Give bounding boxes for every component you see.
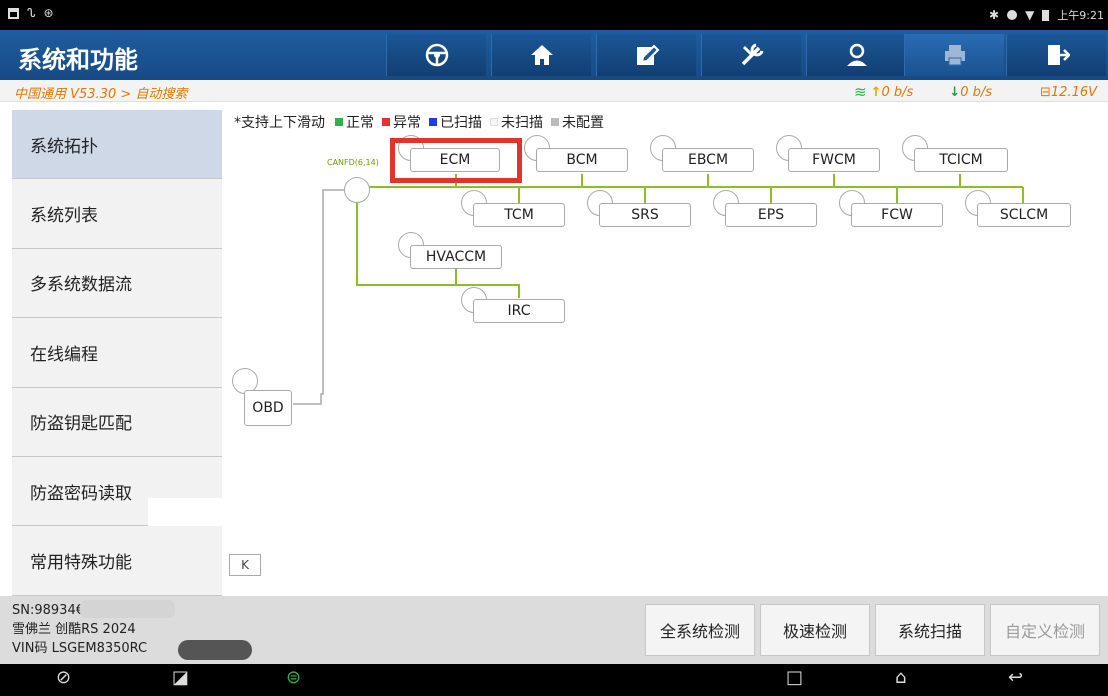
- print-icon: [944, 45, 965, 66]
- bluetooth-icon: ✱: [989, 8, 1000, 22]
- module-irc[interactable]: IRC: [473, 299, 565, 323]
- bottom-bar: SN:98934€ 雪佛兰 创酷RS 2024 VIN码 LSGEM8350RC…: [0, 596, 1108, 664]
- full-system-check-button[interactable]: 全系统检测: [645, 604, 755, 656]
- module-ebcm[interactable]: EBCM: [662, 148, 754, 172]
- upload-speed: 0 b/s: [881, 84, 914, 100]
- breadcrumb: 中国通用 V53.30 > 自动搜索: [14, 87, 188, 102]
- clock: 上午9:21: [1057, 9, 1104, 22]
- download-arrow-icon: ↓: [949, 84, 961, 100]
- tools-icon: [741, 43, 763, 66]
- battery-icon: [1042, 9, 1050, 21]
- sidebar-item-online-programming[interactable]: 在线编程: [12, 318, 222, 388]
- user-icon: [846, 43, 867, 66]
- voltage-readout: ⊟12.16V: [1040, 84, 1098, 100]
- browser-icon[interactable]: ⊘: [56, 667, 71, 688]
- selection-highlight: [390, 138, 522, 183]
- notification-icon: [8, 7, 19, 19]
- sidebar-item-topology[interactable]: 系统拓扑: [12, 110, 222, 180]
- download-speed: 0 b/s: [960, 84, 992, 100]
- collapse-sidebar-button[interactable]: K: [229, 554, 261, 576]
- sidebar-item-key-matching[interactable]: 防盗钥匙匹配: [12, 387, 222, 457]
- usb-icon: ᔐ: [27, 6, 36, 20]
- network-status: ≋ ↑ 0 b/s ↓ 0 b/s ⊟12.16V: [854, 83, 1108, 101]
- module-tcicm[interactable]: TCICM: [914, 148, 1008, 172]
- exit-icon: [1047, 45, 1070, 65]
- title-bar: 系统和功能: [0, 30, 1108, 80]
- wifi-icon: ≋: [853, 83, 867, 101]
- exit-button[interactable]: [1006, 34, 1106, 76]
- redaction-blur: [178, 640, 252, 660]
- quick-check-button[interactable]: 极速检测: [760, 604, 870, 656]
- print-button[interactable]: [904, 34, 1004, 76]
- wifi-status-icon: ▼: [1025, 8, 1035, 22]
- module-tcm[interactable]: TCM: [473, 203, 565, 227]
- vehicle-model: 雪佛兰 创酷RS 2024: [12, 622, 136, 637]
- tools-button[interactable]: [701, 34, 801, 76]
- module-srs[interactable]: SRS: [599, 203, 691, 227]
- sidebar-item-special-functions[interactable]: 常用特殊功能: [12, 526, 222, 596]
- status-bar: ᔐ ⊛ ✱ ▼ 上午9:21: [0, 0, 1108, 30]
- bus-junction: [344, 177, 370, 203]
- module-obd[interactable]: OBD: [244, 390, 292, 426]
- custom-check-button[interactable]: 自定义检测: [990, 604, 1100, 656]
- home-icon: [530, 45, 553, 65]
- breadcrumb-bar: 中国通用 V53.30 > 自动搜索 ≋ ↑ 0 b/s ↓ 0 b/s ⊟12…: [0, 80, 1108, 102]
- module-fwcm[interactable]: FWCM: [788, 148, 880, 172]
- dnd-icon: [1007, 10, 1018, 20]
- sidebar-item-multi-datastream[interactable]: 多系统数据流: [12, 248, 222, 319]
- redaction-patch: [148, 498, 222, 526]
- module-sclcm[interactable]: SCLCM: [977, 203, 1071, 227]
- module-hvaccm[interactable]: HVACCM: [410, 245, 502, 269]
- redaction-blur: [80, 600, 175, 618]
- edit-button[interactable]: [596, 34, 696, 76]
- upload-arrow-icon: ↑: [870, 84, 882, 100]
- vci-icon[interactable]: ⊜: [286, 667, 301, 688]
- vin-number: VIN码 LSGEM8350RC: [12, 641, 148, 656]
- module-bcm[interactable]: BCM: [536, 148, 628, 172]
- system-scan-button[interactable]: 系统扫描: [875, 604, 985, 656]
- recent-apps-icon[interactable]: □: [786, 667, 803, 688]
- edit-icon: [636, 44, 659, 65]
- user-button[interactable]: [806, 34, 906, 76]
- settings-notification-icon: ⊛: [43, 6, 54, 20]
- home-nav-icon[interactable]: ⌂: [895, 667, 906, 688]
- steering-wheel-icon: [425, 43, 448, 67]
- sidebar-item-system-list[interactable]: 系统列表: [12, 179, 222, 249]
- module-fcw[interactable]: FCW: [851, 203, 943, 227]
- page-title: 系统和功能: [18, 46, 138, 74]
- steering-wheel-button[interactable]: [386, 34, 486, 76]
- battery-voltage-icon: ⊟: [1040, 84, 1051, 100]
- home-button[interactable]: [491, 34, 591, 76]
- module-eps[interactable]: EPS: [725, 203, 817, 227]
- topology-canvas[interactable]: *支持上下滑动 正常 异常 已扫描 未扫描 未配置 CANFD(6,14) EC…: [226, 108, 1108, 596]
- gallery-icon[interactable]: ◪: [172, 667, 189, 688]
- nav-bar: ⊘ ◪ ⊜ □ ⌂ ↩: [0, 664, 1108, 696]
- back-icon[interactable]: ↩: [1008, 667, 1023, 688]
